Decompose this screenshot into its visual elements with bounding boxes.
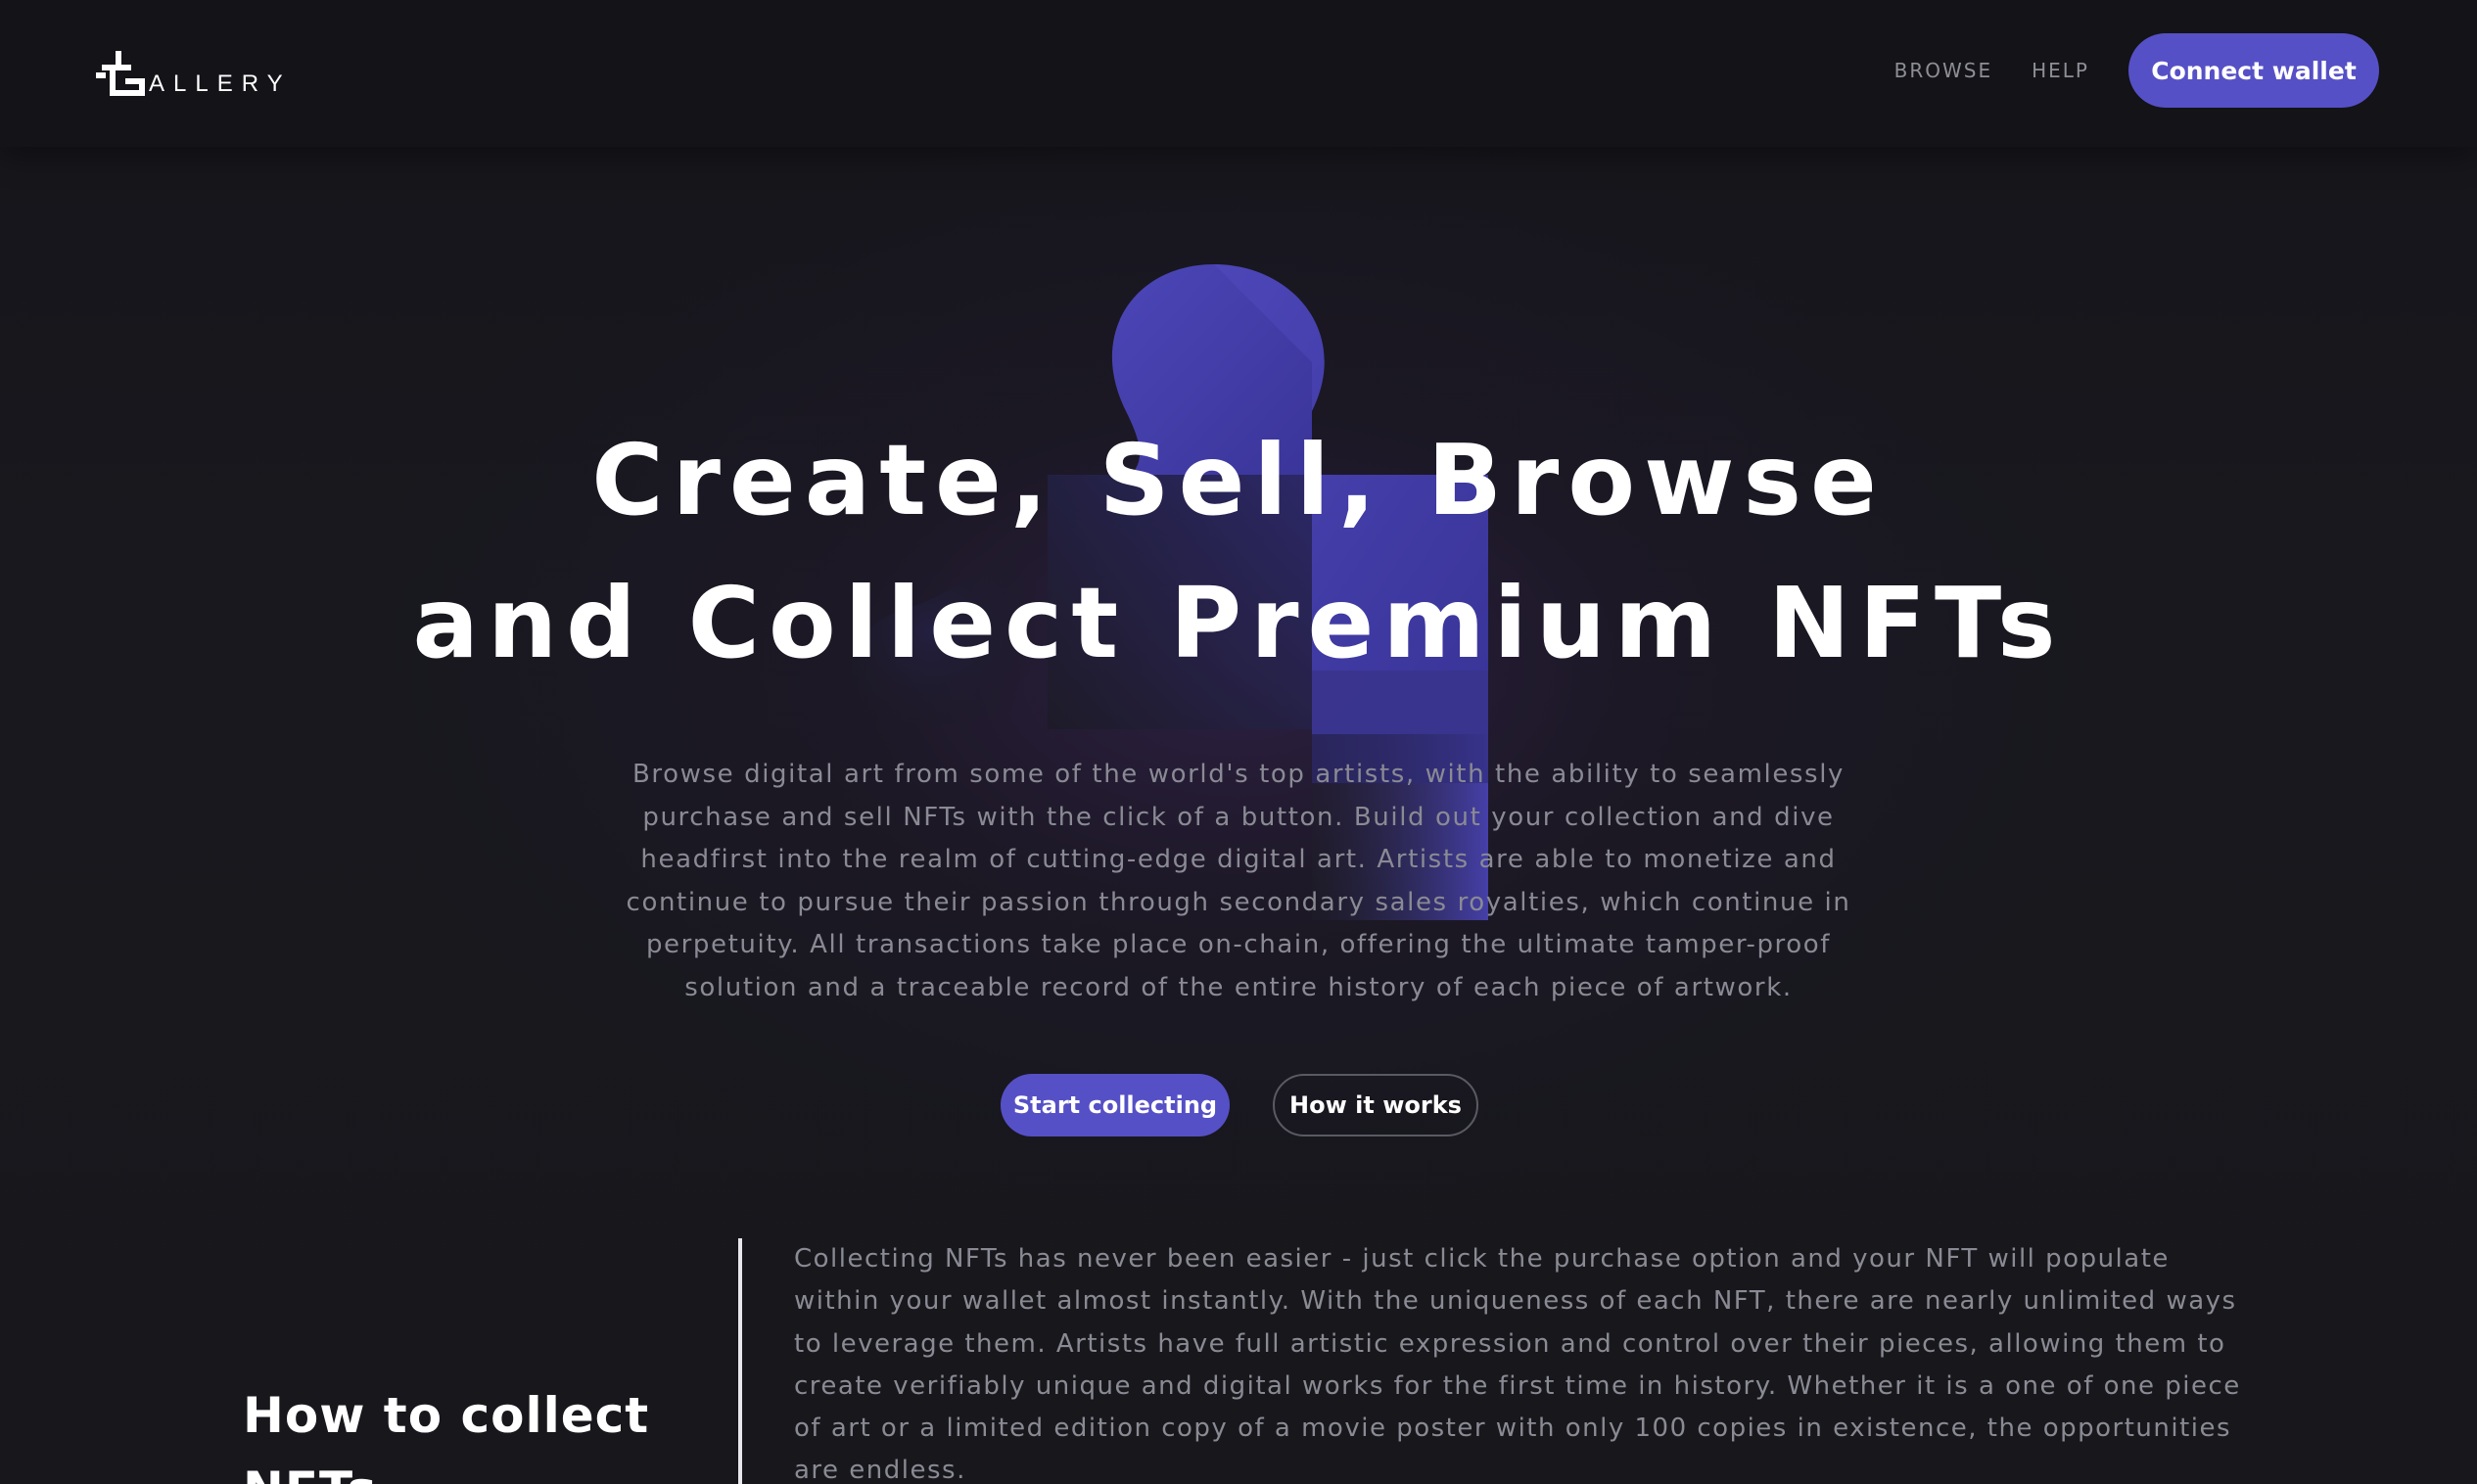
section-divider	[738, 1238, 742, 1484]
puzzle-logo-icon	[96, 51, 145, 96]
connect-wallet-button[interactable]: Connect wallet	[2128, 33, 2379, 108]
hero-actions: Start collecting How it works	[0, 1074, 2477, 1136]
hero-title-line-2: and Collect Premium NFTs	[412, 566, 2065, 680]
logo-wordmark: ALLERY	[149, 70, 292, 97]
hero-description: Browse digital art from some of the worl…	[626, 760, 1851, 1002]
main-nav: BROWSE HELP Connect wallet	[1894, 0, 2477, 141]
how-to-collect-body: Collecting NFTs has never been easier - …	[794, 1244, 2241, 1484]
hero-title: Create, Sell, Browse and Collect Premium…	[0, 409, 2477, 695]
hero-title-line-1: Create, Sell, Browse	[591, 423, 1886, 537]
site-header: ALLERY BROWSE HELP Connect wallet	[0, 0, 2477, 147]
how-it-works-button[interactable]: How it works	[1273, 1074, 1478, 1136]
how-to-collect-title: How to collect NFTs	[243, 1387, 650, 1484]
nav-browse[interactable]: BROWSE	[1894, 59, 1992, 82]
landing-page: ALLERY BROWSE HELP Connect wallet Create…	[0, 0, 2477, 1484]
nav-help[interactable]: HELP	[2032, 59, 2089, 82]
start-collecting-button[interactable]: Start collecting	[1001, 1074, 1230, 1136]
gallery-logo[interactable]: ALLERY	[96, 47, 292, 98]
